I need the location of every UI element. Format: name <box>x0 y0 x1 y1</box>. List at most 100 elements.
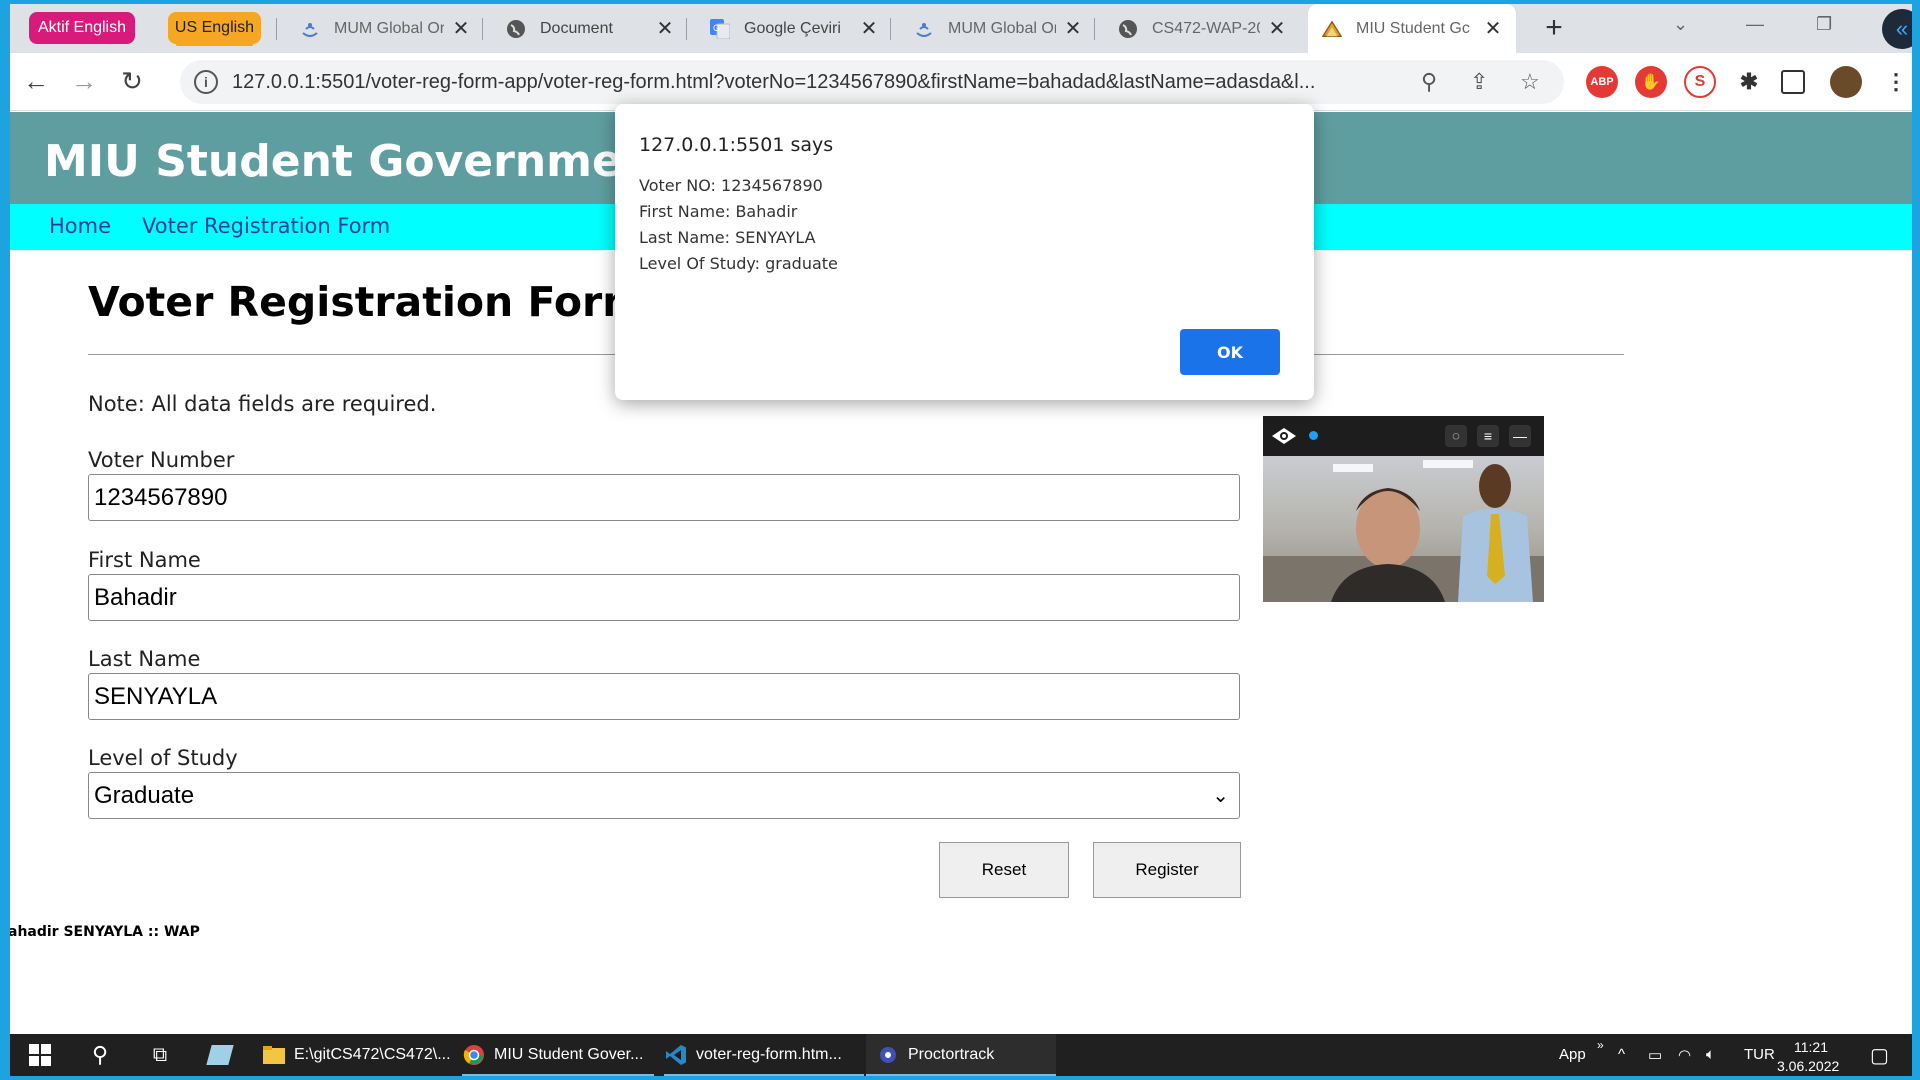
level-of-study-select[interactable]: Graduate ⌄ <box>88 772 1240 819</box>
show-hidden-icons-icon[interactable]: ^ <box>1618 1046 1625 1063</box>
tab-separator <box>890 18 891 40</box>
extensions-puzzle-icon[interactable]: ✱ <box>1733 66 1765 98</box>
zoom-icon[interactable]: ⚲ <box>1421 69 1437 95</box>
vscode-icon <box>664 1043 688 1067</box>
tab-google-translate[interactable]: G Google Çeviri ✕ <box>696 4 892 53</box>
tray-expand-icon[interactable]: » <box>1597 1038 1604 1052</box>
back-icon[interactable]: ← <box>20 66 52 97</box>
collapse-sidebar-icon[interactable]: « <box>1882 9 1912 49</box>
address-bar[interactable]: i 127.0.0.1:5501/voter-reg-form-app/vote… <box>180 60 1564 104</box>
volume-icon[interactable]: 🔈︎ <box>1706 1046 1715 1063</box>
active-indicator <box>462 1074 654 1076</box>
tray-time[interactable]: 11:21 <box>1794 1039 1828 1055</box>
first-name-value: Bahadir <box>94 583 177 611</box>
last-name-value: SENYAYLA <box>94 682 218 710</box>
stop-hand-icon[interactable]: ✋ <box>1635 66 1667 98</box>
us-english-underline <box>176 43 253 46</box>
google-translate-icon: G <box>710 18 730 39</box>
tab-separator <box>686 18 687 40</box>
windows-icon <box>29 1044 51 1066</box>
adblock-label: ABP <box>1590 76 1614 88</box>
menu-dots-icon[interactable]: ⋮ <box>1880 66 1912 98</box>
browser-toolbar: ← → ↻ i 127.0.0.1:5501/voter-reg-form-ap… <box>10 53 1912 111</box>
taskbar-proctortrack[interactable]: Proctortrack <box>866 1034 1056 1076</box>
share-icon[interactable]: ⇪ <box>1470 69 1488 95</box>
taskbar-explorer[interactable]: E:\gitCS472\CS472\... <box>262 1034 452 1076</box>
form-title: Voter Registration Form <box>88 278 645 326</box>
alert-ok-button[interactable]: OK <box>1180 329 1280 375</box>
tab-document[interactable]: Document ✕ <box>492 4 688 53</box>
reload-icon[interactable]: ↻ <box>116 66 148 97</box>
first-name-input[interactable]: Bahadir <box>88 574 1240 621</box>
taskbar-vscode[interactable]: voter-reg-form.htm... <box>664 1034 864 1076</box>
voter-number-input[interactable]: 1234567890 <box>88 474 1240 521</box>
battery-icon[interactable]: ▭ <box>1648 1046 1662 1064</box>
screen: Aktif English US English MUM Global Or ✕… <box>10 4 1912 1076</box>
taskbar-label: E:\gitCS472\CS472\... <box>294 1046 451 1063</box>
restore-icon[interactable]: ❐ <box>1816 14 1832 35</box>
active-indicator <box>866 1074 1056 1076</box>
forward-icon[interactable]: → <box>68 66 100 97</box>
register-label: Register <box>1135 860 1199 879</box>
nav-voter-form-link[interactable]: Voter Registration Form <box>142 214 390 238</box>
minimize-widget-icon[interactable]: — <box>1509 425 1531 447</box>
taskbar-chrome[interactable]: MIU Student Gover... <box>462 1034 654 1076</box>
miu-icon <box>1322 19 1342 39</box>
tab-mum-global-2[interactable]: MUM Global Or ✕ <box>900 4 1096 53</box>
footer-text: ahadir SENYAYLA :: WAP <box>10 924 200 940</box>
taskbar: ⚲ ⧉ E:\gitCS472\CS472\... MIU Student Go… <box>10 1034 1912 1076</box>
voter-number-label: Voter Number <box>88 448 235 472</box>
tab-miu-student[interactable]: MIU Student Gc ✕ <box>1308 4 1516 53</box>
search-icon[interactable]: ⚲ <box>76 1034 124 1076</box>
tab-search-icon[interactable]: ⌄ <box>1673 14 1688 35</box>
reading-list-icon[interactable] <box>1781 70 1805 94</box>
tray-app-label[interactable]: App <box>1559 1046 1586 1063</box>
wifi-icon[interactable]: ◠ <box>1678 1046 1691 1064</box>
minimize-icon[interactable]: — <box>1746 14 1764 35</box>
close-icon[interactable]: ✕ <box>656 16 674 41</box>
tab-cs472[interactable]: CS472-WAP-20 ✕ <box>1104 4 1300 53</box>
tab-label: MUM Global Or <box>334 19 444 37</box>
webcam-video <box>1263 456 1544 602</box>
level-of-study-value: Graduate <box>94 781 195 809</box>
globe-icon <box>506 19 526 39</box>
register-button[interactable]: Register <box>1093 842 1241 898</box>
close-icon[interactable]: ✕ <box>452 16 470 41</box>
tab-bar: Aktif English US English MUM Global Or ✕… <box>10 4 1912 53</box>
tray-lang[interactable]: TUR <box>1744 1046 1775 1063</box>
alert-line-first-name: First Name: Bahadir <box>639 202 798 221</box>
last-name-input[interactable]: SENYAYLA <box>88 673 1240 720</box>
site-info-icon[interactable]: i <box>194 70 218 94</box>
folder-icon <box>262 1043 286 1067</box>
tab-label: Document <box>540 19 613 37</box>
level-of-study-label: Level of Study <box>88 746 238 770</box>
task-view-icon[interactable]: ⧉ <box>136 1034 184 1076</box>
tab-label: CS472-WAP-20 <box>1152 19 1260 37</box>
svg-text:G: G <box>713 23 720 33</box>
first-name-label: First Name <box>88 548 201 572</box>
bookmark-star-icon[interactable]: ☆ <box>1520 69 1540 95</box>
start-button[interactable] <box>16 1034 64 1076</box>
eye-icon <box>1272 428 1296 444</box>
app-glass-icon[interactable] <box>196 1034 244 1076</box>
hamburger-menu-icon[interactable]: ≡ <box>1477 425 1499 447</box>
close-icon[interactable]: ✕ <box>860 16 878 41</box>
tab-mum-global-1[interactable]: MUM Global Or ✕ <box>286 4 484 53</box>
profile-avatar-icon[interactable] <box>1830 66 1862 98</box>
tab-label: Google Çeviri <box>744 19 841 37</box>
alert-title: 127.0.0.1:5501 says <box>639 134 834 156</box>
close-icon[interactable]: ✕ <box>1268 16 1286 41</box>
aktif-english-button[interactable]: Aktif English <box>29 12 135 44</box>
close-icon[interactable]: ✕ <box>1064 16 1082 41</box>
new-tab-button[interactable]: + <box>1537 12 1571 46</box>
adblock-icon[interactable]: ABP <box>1586 66 1618 98</box>
tray-date[interactable]: 3.06.2022 <box>1777 1058 1839 1074</box>
close-icon[interactable]: ✕ <box>1484 16 1502 41</box>
reset-button[interactable]: Reset <box>939 842 1069 898</box>
nav-home-link[interactable]: Home <box>49 214 111 238</box>
s-extension-icon[interactable]: S <box>1684 66 1716 98</box>
us-english-button[interactable]: US English <box>168 12 261 46</box>
notification-icon[interactable]: ▢ <box>1870 1043 1889 1068</box>
chat-icon[interactable]: ◌ <box>1445 425 1467 447</box>
url-text: 127.0.0.1:5501/voter-reg-form-app/voter-… <box>232 70 1316 93</box>
